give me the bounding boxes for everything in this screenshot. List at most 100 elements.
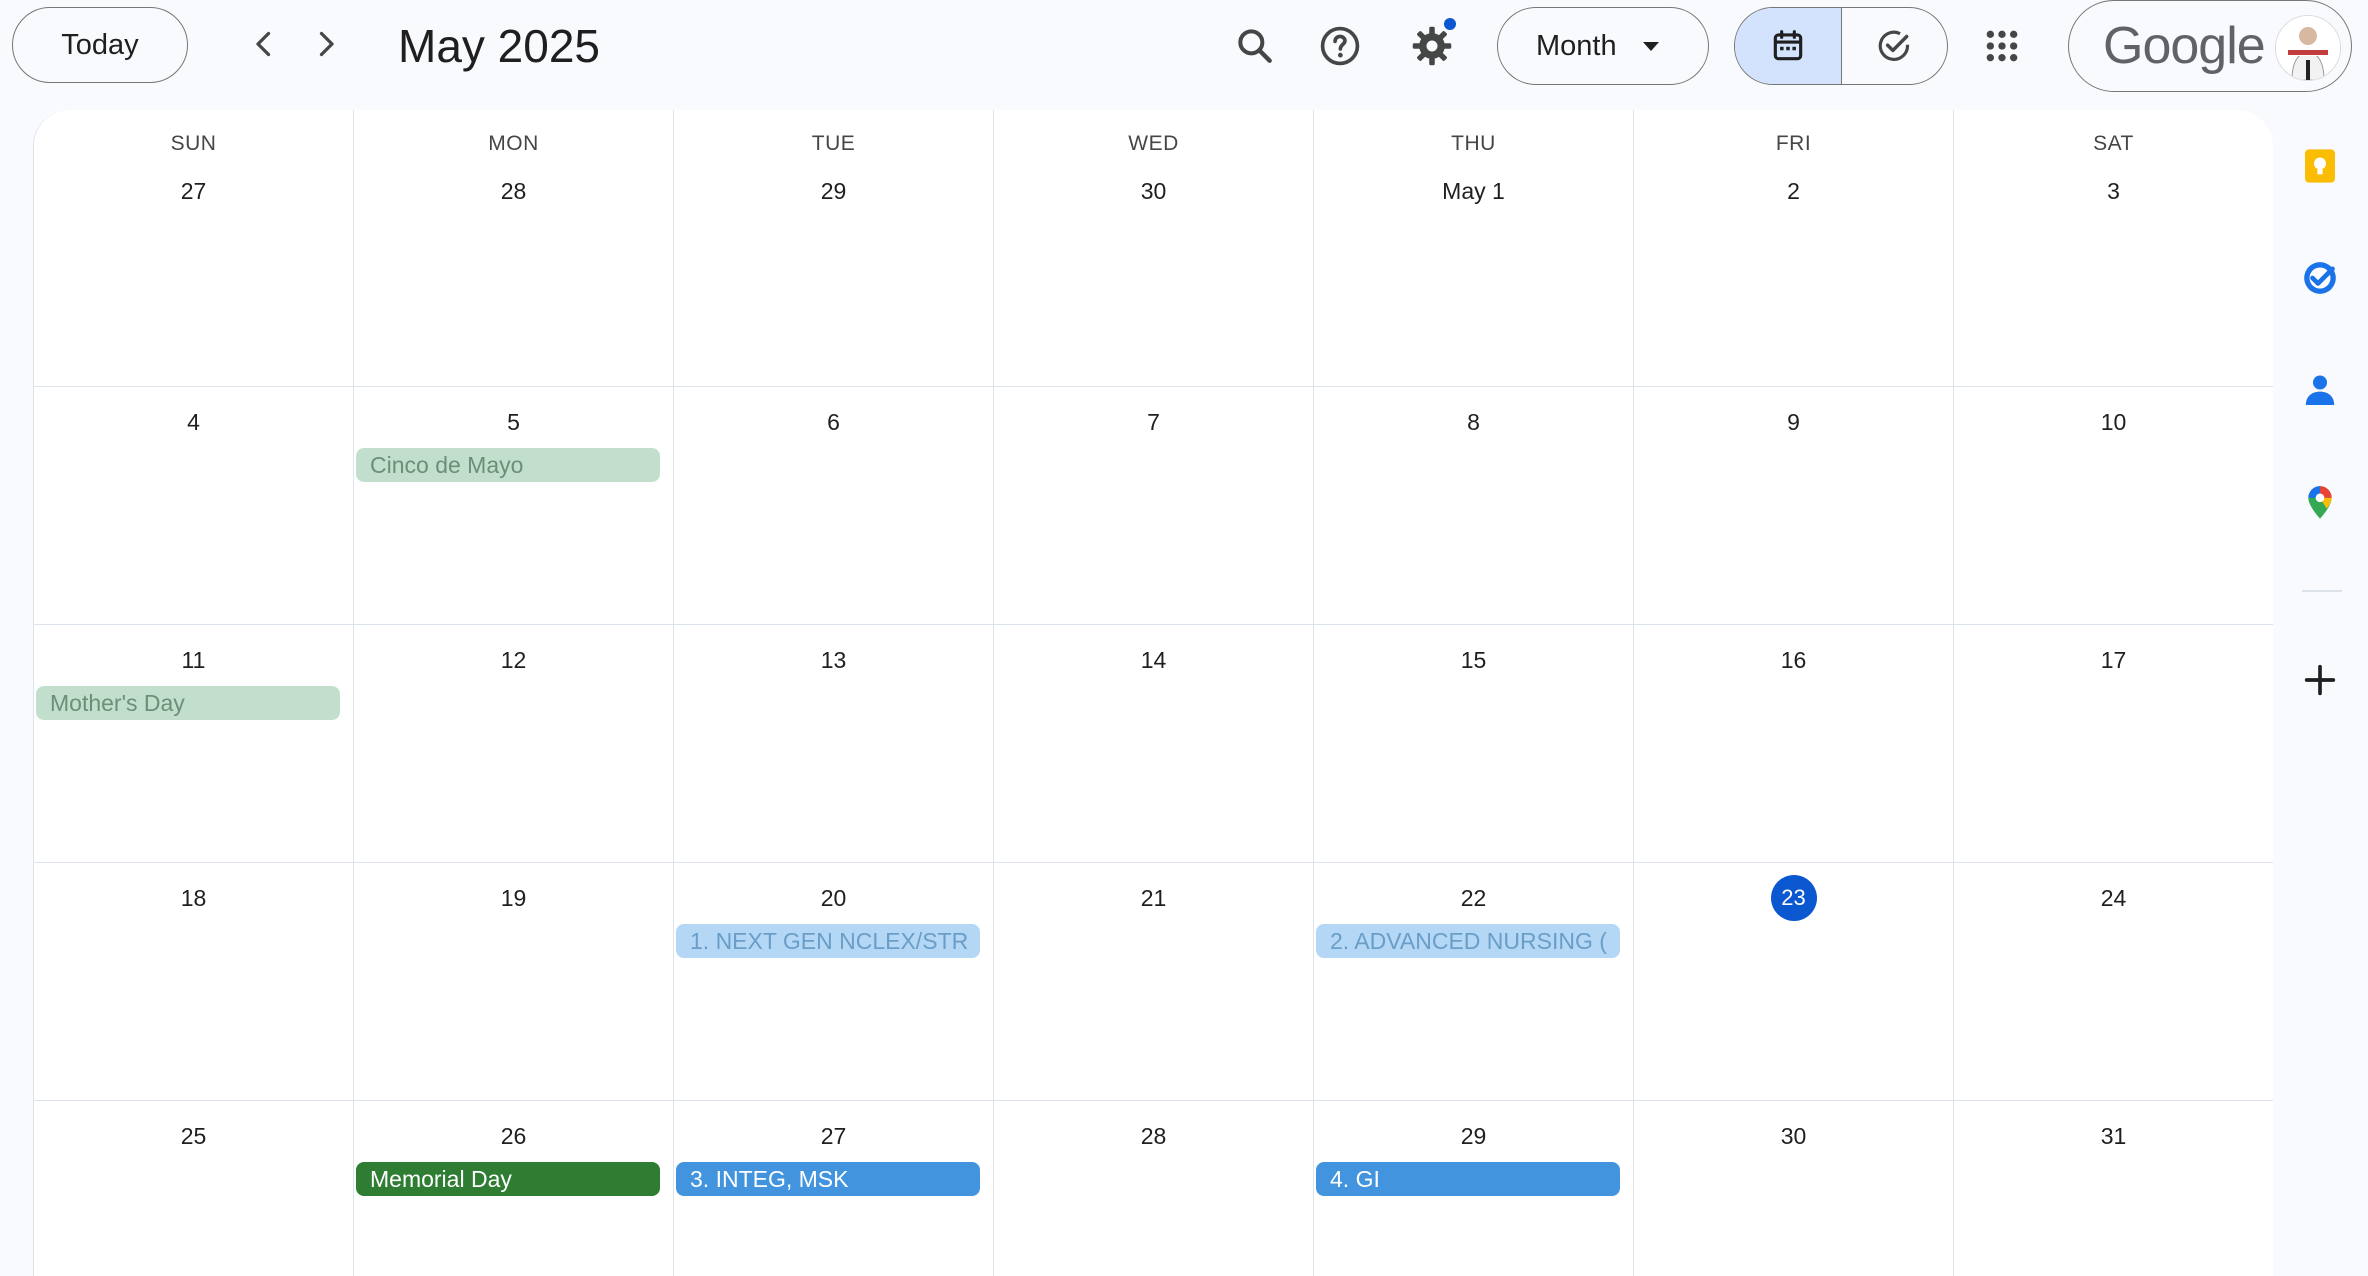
calendar-tasks-toggle bbox=[1734, 7, 1948, 85]
event-cinco-de-mayo[interactable]: Cinco de Mayo bbox=[356, 448, 660, 482]
day-number[interactable]: 15 bbox=[1314, 637, 1633, 683]
day-number[interactable]: 20 bbox=[674, 875, 993, 921]
day-number[interactable]: 22 bbox=[1314, 875, 1633, 921]
day-number[interactable]: 24 bbox=[1954, 875, 2273, 921]
apps-grid-icon bbox=[1986, 30, 2018, 62]
day-number[interactable]: 3 bbox=[1954, 168, 2273, 214]
day-number[interactable]: 11 bbox=[34, 637, 353, 683]
day-cell[interactable]: 10 bbox=[1954, 387, 2273, 625]
event-advanced-nursing[interactable]: 2. ADVANCED NURSING ( bbox=[1316, 924, 1620, 958]
day-number[interactable]: 21 bbox=[994, 875, 1313, 921]
day-number[interactable]: 30 bbox=[1634, 1113, 1953, 1159]
day-number[interactable]: 14 bbox=[994, 637, 1313, 683]
day-number[interactable]: 2 bbox=[1634, 168, 1953, 214]
day-cell[interactable]: 11 bbox=[34, 625, 354, 863]
day-number[interactable]: 27 bbox=[34, 168, 353, 214]
day-cell[interactable]: TUE 29 bbox=[674, 110, 994, 387]
day-cell[interactable]: 9 bbox=[1634, 387, 1954, 625]
calendar-icon bbox=[1773, 30, 1802, 61]
day-cell-today[interactable]: 23 bbox=[1634, 863, 1954, 1101]
day-number[interactable]: 17 bbox=[1954, 637, 2273, 683]
day-cell[interactable]: 31 bbox=[1954, 1101, 2273, 1276]
day-number[interactable]: 4 bbox=[34, 399, 353, 445]
previous-period-button[interactable] bbox=[236, 16, 292, 72]
day-cell[interactable]: WED 30 bbox=[994, 110, 1314, 387]
day-cell[interactable]: 4 bbox=[34, 387, 354, 625]
day-number[interactable]: 19 bbox=[354, 875, 673, 921]
day-number[interactable]: 28 bbox=[354, 168, 673, 214]
day-cell[interactable]: 22 bbox=[1314, 863, 1634, 1101]
day-cell[interactable]: 20 bbox=[674, 863, 994, 1101]
day-cell[interactable]: 15 bbox=[1314, 625, 1634, 863]
page-title: May 2025 bbox=[398, 20, 601, 72]
get-add-ons-button[interactable] bbox=[2296, 656, 2344, 704]
day-cell[interactable]: 14 bbox=[994, 625, 1314, 863]
day-cell[interactable]: FRI 2 bbox=[1634, 110, 1954, 387]
day-cell[interactable]: SUN 27 bbox=[34, 110, 354, 387]
google-apps-button[interactable] bbox=[1972, 18, 2032, 74]
day-cell[interactable]: 12 bbox=[354, 625, 674, 863]
day-cell[interactable]: MON 28 bbox=[354, 110, 674, 387]
caret-down-icon bbox=[1642, 41, 1659, 51]
day-number[interactable]: 10 bbox=[1954, 399, 2273, 445]
day-number[interactable]: 16 bbox=[1634, 637, 1953, 683]
day-number[interactable]: 6 bbox=[674, 399, 993, 445]
event-gi[interactable]: 4. GI bbox=[1316, 1162, 1620, 1196]
help-button[interactable] bbox=[1310, 16, 1370, 76]
day-number[interactable]: 8 bbox=[1314, 399, 1633, 445]
day-number[interactable]: 18 bbox=[34, 875, 353, 921]
day-number[interactable]: 30 bbox=[994, 168, 1313, 214]
day-cell[interactable]: 28 bbox=[994, 1101, 1314, 1276]
day-cell[interactable]: 13 bbox=[674, 625, 994, 863]
keep-button[interactable] bbox=[2296, 142, 2344, 190]
day-number[interactable]: 29 bbox=[1314, 1113, 1633, 1159]
event-mothers-day[interactable]: Mother's Day bbox=[36, 686, 340, 720]
day-number[interactable]: 27 bbox=[674, 1113, 993, 1159]
day-cell[interactable]: SAT 3 bbox=[1954, 110, 2273, 387]
event-integ-msk[interactable]: 3. INTEG, MSK bbox=[676, 1162, 980, 1196]
day-cell[interactable]: 18 bbox=[34, 863, 354, 1101]
avatar[interactable] bbox=[2275, 15, 2341, 81]
day-cell[interactable]: 30 bbox=[1634, 1101, 1954, 1276]
day-number[interactable]: 28 bbox=[994, 1113, 1313, 1159]
settings-button[interactable] bbox=[1402, 16, 1462, 76]
event-memorial-day[interactable]: Memorial Day bbox=[356, 1162, 660, 1196]
day-number[interactable]: 9 bbox=[1634, 399, 1953, 445]
day-cell[interactable]: THU May 1 bbox=[1314, 110, 1634, 387]
day-number[interactable]: 13 bbox=[674, 637, 993, 683]
tasks-view-toggle[interactable] bbox=[1842, 8, 1948, 84]
search-button[interactable] bbox=[1225, 16, 1285, 76]
view-selector[interactable]: Month bbox=[1497, 7, 1709, 85]
tasks-icon bbox=[2304, 262, 2336, 294]
day-number[interactable]: May 1 bbox=[1314, 168, 1633, 214]
contacts-button[interactable] bbox=[2296, 366, 2344, 414]
day-cell[interactable]: 5 bbox=[354, 387, 674, 625]
day-number[interactable]: 7 bbox=[994, 399, 1313, 445]
chevron-right-icon bbox=[319, 31, 334, 57]
day-number[interactable]: 29 bbox=[674, 168, 993, 214]
account-chip[interactable]: Google bbox=[2068, 0, 2352, 92]
day-number-today[interactable]: 23 bbox=[1634, 875, 1953, 921]
next-period-button[interactable] bbox=[298, 16, 354, 72]
day-number[interactable]: 25 bbox=[34, 1113, 353, 1159]
day-cell[interactable]: 16 bbox=[1634, 625, 1954, 863]
day-cell[interactable]: 7 bbox=[994, 387, 1314, 625]
day-number[interactable]: 26 bbox=[354, 1113, 673, 1159]
calendar-view-toggle[interactable] bbox=[1735, 8, 1842, 84]
day-cell[interactable]: 8 bbox=[1314, 387, 1634, 625]
day-cell[interactable]: 19 bbox=[354, 863, 674, 1101]
tasks-side-button[interactable] bbox=[2296, 254, 2344, 302]
side-panel-divider bbox=[2302, 590, 2342, 592]
contacts-icon bbox=[2305, 375, 2335, 405]
day-cell[interactable]: 21 bbox=[994, 863, 1314, 1101]
day-number[interactable]: 31 bbox=[1954, 1113, 2273, 1159]
today-button[interactable]: Today bbox=[12, 7, 188, 83]
day-number[interactable]: 12 bbox=[354, 637, 673, 683]
day-cell[interactable]: 17 bbox=[1954, 625, 2273, 863]
day-cell[interactable]: 25 bbox=[34, 1101, 354, 1276]
day-cell[interactable]: 6 bbox=[674, 387, 994, 625]
day-number[interactable]: 5 bbox=[354, 399, 673, 445]
maps-button[interactable] bbox=[2296, 478, 2344, 526]
day-cell[interactable]: 24 bbox=[1954, 863, 2273, 1101]
event-next-gen-nclex[interactable]: 1. NEXT GEN NCLEX/STR bbox=[676, 924, 980, 958]
